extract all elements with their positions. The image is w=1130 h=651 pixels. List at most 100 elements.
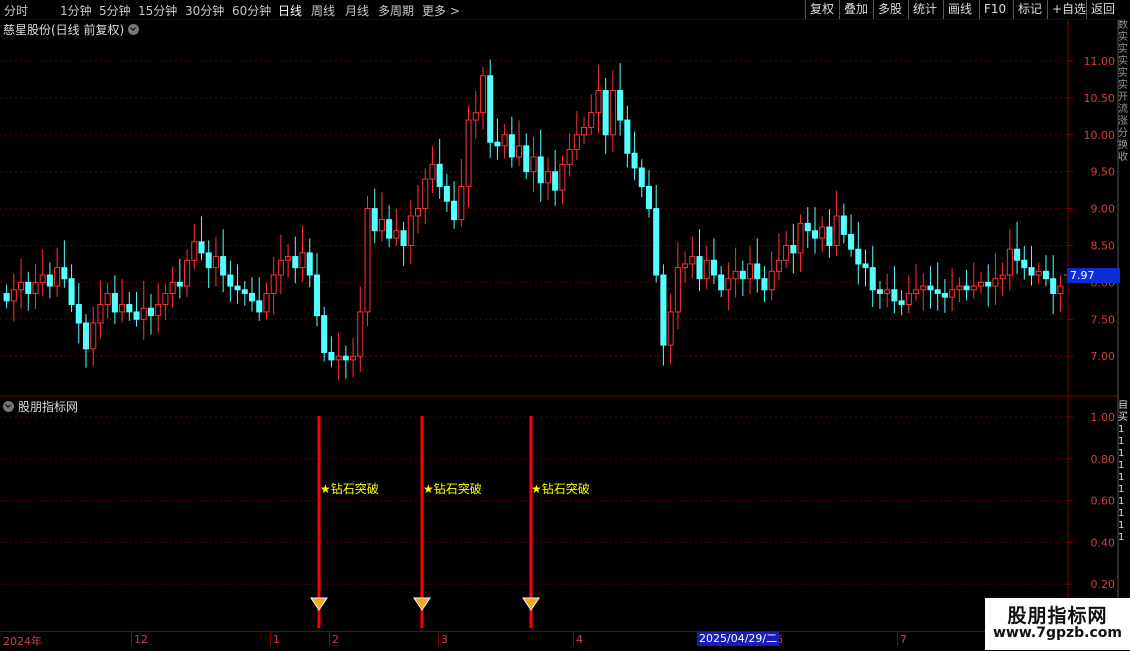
side-strip-item: 1 <box>1118 508 1125 519</box>
candlestick <box>32 264 39 310</box>
candlestick <box>162 284 169 321</box>
diamond-icon <box>413 597 431 611</box>
candlestick <box>54 247 61 297</box>
candlestick <box>263 282 270 320</box>
candlestick <box>429 146 436 194</box>
candlestick <box>876 280 883 310</box>
candlestick <box>855 221 862 285</box>
candlestick <box>754 238 761 293</box>
signal-label: ★钻石突破 <box>423 482 482 496</box>
candlestick <box>949 268 956 312</box>
candlestick <box>689 236 696 278</box>
watermark-logo: 股朋指标网 www.7gpzb.com <box>985 598 1130 650</box>
watermark-title: 股朋指标网 <box>1007 605 1108 627</box>
chevron-down-icon[interactable] <box>3 401 14 412</box>
candlestick <box>638 159 645 198</box>
candlestick <box>645 170 653 218</box>
candlestick <box>3 284 10 309</box>
candlestick <box>891 266 898 314</box>
candlestick <box>927 266 934 309</box>
candlestick <box>277 234 284 294</box>
candlestick <box>775 232 782 281</box>
cursor-date: 2025/04/29/二 <box>697 632 780 646</box>
side-strip-item: 1 <box>1118 484 1125 495</box>
candlestick <box>68 264 75 312</box>
candlestick <box>292 236 299 284</box>
candlestick <box>1028 245 1035 286</box>
candlestick <box>913 264 920 301</box>
candlestick <box>472 90 479 139</box>
price-tick-label: 9.00 <box>1091 203 1116 216</box>
candlestick <box>364 196 371 326</box>
candlestick <box>624 105 631 168</box>
date-label: 2024年 <box>3 635 42 648</box>
chevron-down-icon[interactable] <box>128 24 140 35</box>
candlestick <box>819 216 826 253</box>
price-tick-label: 10.50 <box>1084 92 1116 105</box>
candlestick <box>898 290 905 316</box>
price-tick-label: 11.00 <box>1084 55 1116 68</box>
indicator-title: 股朋指标网 <box>3 398 78 415</box>
indicator-tick-label: 0.20 <box>1091 578 1116 591</box>
candlestick <box>1050 255 1057 314</box>
candlestick <box>119 279 126 323</box>
signal-label: ★钻石突破 <box>531 482 590 496</box>
candlestick <box>869 245 876 307</box>
side-strip-item: 实 <box>1118 56 1128 67</box>
candlestick <box>667 293 674 364</box>
candlestick <box>682 251 689 284</box>
side-strip-item: 1 <box>1118 532 1125 543</box>
kline-chart[interactable]: 11.0010.5010.009.509.008.508.007.507.001… <box>0 0 1130 650</box>
date-label: 1 <box>273 633 280 646</box>
candlestick <box>487 59 494 158</box>
candlestick <box>155 282 162 333</box>
candlestick <box>920 273 927 311</box>
candlestick <box>46 262 53 299</box>
candlestick <box>18 258 25 309</box>
candlestick <box>212 236 219 287</box>
price-tick-label: 8.50 <box>1091 240 1116 253</box>
candlestick <box>451 181 458 229</box>
candlestick <box>826 208 833 258</box>
side-strip-item: 收 <box>1118 152 1128 163</box>
side-strip-item: 流 <box>1118 104 1128 115</box>
candlestick <box>501 124 508 159</box>
candlestick <box>1035 262 1042 285</box>
candlestick <box>357 286 364 372</box>
candlestick <box>977 271 985 294</box>
indicator-tick-label: 0.40 <box>1091 536 1116 549</box>
stock-title: 慈星股份(日线 前复权) <box>3 23 125 37</box>
candlestick <box>963 269 970 301</box>
candlestick <box>328 336 335 368</box>
candlestick <box>241 280 248 306</box>
candlestick <box>350 338 357 378</box>
candlestick <box>25 271 32 311</box>
candlestick <box>400 221 407 266</box>
candlestick <box>573 111 580 161</box>
candlestick <box>422 168 429 225</box>
candlestick <box>833 190 840 257</box>
candlestick <box>285 244 292 278</box>
side-strip-item: 1 <box>1118 448 1125 459</box>
candlestick <box>10 273 17 322</box>
indicator-name: 股朋指标网 <box>18 400 79 414</box>
date-axis: 2024年 12 1 2 3 4 6 7 <box>0 631 1068 651</box>
candlestick <box>90 306 97 367</box>
candlestick <box>544 157 551 200</box>
candlestick <box>393 208 400 246</box>
candlestick <box>147 293 154 335</box>
candlestick <box>1057 275 1064 313</box>
candlestick <box>436 138 443 199</box>
candlestick <box>732 247 739 298</box>
candlestick <box>588 94 595 135</box>
candlestick <box>191 223 198 270</box>
candlestick <box>1006 229 1013 291</box>
candlestick <box>653 184 660 283</box>
side-strip-item: 分 <box>1118 128 1128 139</box>
candlestick <box>234 264 241 304</box>
side-strip-item: 1 <box>1118 460 1125 471</box>
side-strip-item: 换 <box>1118 140 1128 151</box>
candlestick <box>270 256 277 314</box>
candlestick <box>97 280 104 339</box>
candlestick <box>631 131 638 181</box>
